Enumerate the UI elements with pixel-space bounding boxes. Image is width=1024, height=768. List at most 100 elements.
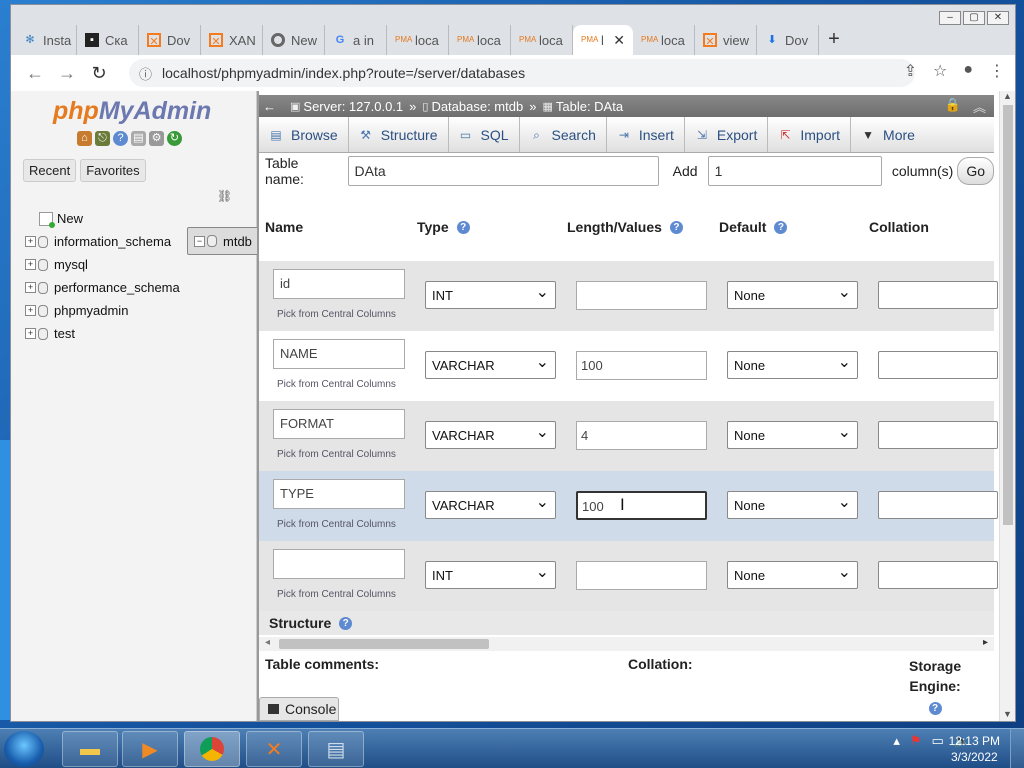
tree-db-phpmyadmin[interactable]: + phpmyadmin	[21, 299, 257, 322]
favorites-tab[interactable]: Favorites	[80, 159, 146, 182]
help-icon[interactable]: ?	[928, 702, 942, 715]
default-select[interactable]: None	[727, 491, 858, 519]
pick-central-columns-link[interactable]: Pick from Central Columns	[277, 379, 396, 390]
column-type-select[interactable]: VARCHAR	[425, 421, 556, 449]
add-columns-input[interactable]: 1	[707, 156, 882, 186]
collapse-icon[interactable]: −	[194, 235, 205, 247]
menu-browse[interactable]: ▤ Browse	[259, 117, 349, 152]
collation-select[interactable]	[878, 281, 998, 309]
length-values-input[interactable]: 4	[576, 421, 707, 450]
lock-icon[interactable]: 🔒	[945, 97, 961, 116]
pick-central-columns-link[interactable]: Pick from Central Columns	[277, 449, 396, 460]
breadcrumb-table[interactable]: Table: DAta	[556, 99, 623, 114]
tree-db-mysql[interactable]: + mysql	[21, 253, 257, 276]
settings-gear-icon[interactable]: ⚙	[149, 131, 164, 146]
taskbar-notepad[interactable]: ▤	[308, 731, 364, 767]
pick-central-columns-link[interactable]: Pick from Central Columns	[277, 589, 396, 600]
menu-export[interactable]: ⇲ Export	[685, 117, 769, 152]
menu-import[interactable]: ⇱ Import	[768, 117, 852, 152]
column-name-input[interactable]: FORMAT	[273, 409, 405, 439]
browser-tab[interactable]: ✕ view	[695, 25, 757, 55]
taskbar-media-player[interactable]: ▶	[122, 731, 178, 767]
bookmark-star-icon[interactable]: ☆	[933, 61, 947, 81]
help-icon[interactable]: ?	[774, 220, 788, 234]
default-select[interactable]: None	[727, 421, 858, 449]
scroll-up-icon[interactable]: ▲	[1003, 91, 1012, 101]
menu-kebab-icon[interactable]: ⋮	[989, 61, 1005, 81]
column-type-select[interactable]: INT	[425, 561, 556, 589]
share-icon[interactable]: ⇪	[904, 61, 917, 81]
tray-expand-icon[interactable]: ▴	[893, 733, 900, 749]
maximize-icon[interactable]: ▢	[963, 11, 985, 25]
collapse-icon[interactable]: ︽	[973, 97, 986, 116]
pick-central-columns-link[interactable]: Pick from Central Columns	[277, 309, 396, 320]
collapse-arrow-icon[interactable]: ←	[263, 99, 276, 114]
default-select[interactable]: None	[727, 561, 858, 589]
browser-tab[interactable]: ⬇ Dov	[757, 25, 819, 55]
address-bar[interactable]: ⓘ localhost/phpmyadmin/index.php?route=/…	[129, 59, 915, 87]
back-icon[interactable]: ←	[19, 63, 51, 84]
browser-tab[interactable]: New	[263, 25, 325, 55]
forward-icon[interactable]: →	[51, 63, 83, 84]
action-center-icon[interactable]: ⚑	[910, 733, 922, 749]
tree-db-test[interactable]: + test	[21, 322, 257, 345]
expand-icon[interactable]: +	[25, 236, 36, 247]
browser-tab[interactable]: ✕ XAN	[201, 25, 263, 55]
profile-icon[interactable]: ●	[963, 61, 973, 81]
menu-sql[interactable]: ▭ SQL	[449, 117, 520, 152]
go-button[interactable]: Go	[957, 157, 994, 185]
link-icon[interactable]: ⛓	[217, 189, 232, 203]
length-values-input[interactable]: 100 Ⅰ	[576, 491, 707, 520]
column-type-select[interactable]: VARCHAR	[425, 351, 556, 379]
column-name-input[interactable]: id	[273, 269, 405, 299]
default-select[interactable]: None	[727, 351, 858, 379]
start-button[interactable]	[4, 731, 44, 767]
browser-tab[interactable]: PMA loca	[387, 25, 449, 55]
column-name-input[interactable]	[273, 549, 405, 579]
scroll-left-icon[interactable]: ◂	[265, 637, 270, 648]
browser-tab-active[interactable]: PMA l ✕	[573, 25, 633, 55]
expand-icon[interactable]: +	[25, 282, 36, 293]
close-icon[interactable]: ✕	[987, 11, 1009, 25]
collation-select[interactable]	[878, 421, 998, 449]
menu-more[interactable]: ▼ More	[851, 117, 925, 152]
browser-tab[interactable]: Ga in	[325, 25, 387, 55]
table-name-input[interactable]: DAta	[347, 156, 659, 186]
length-values-input[interactable]	[576, 561, 707, 590]
network-icon[interactable]: ▭	[932, 733, 944, 749]
menu-insert[interactable]: ⇥ Insert	[607, 117, 685, 152]
scroll-right-icon[interactable]: ▸	[983, 637, 988, 648]
reload-nav-icon[interactable]: ↻	[167, 131, 182, 146]
expand-icon[interactable]: +	[25, 305, 36, 316]
breadcrumb-server[interactable]: Server: 127.0.0.1	[303, 99, 403, 114]
info-icon[interactable]: ⓘ	[139, 64, 152, 83]
vertical-scrollbar[interactable]: ▲ ▼	[999, 91, 1015, 721]
tree-db-performance-schema[interactable]: + performance_schema	[21, 276, 257, 299]
minimize-icon[interactable]: –	[939, 11, 961, 25]
help-icon[interactable]: ?	[113, 131, 128, 146]
scroll-down-icon[interactable]: ▼	[1003, 709, 1012, 719]
help-icon[interactable]: ?	[669, 220, 683, 234]
reload-icon[interactable]: ↻	[83, 63, 115, 84]
browser-tab[interactable]: PMA loca	[633, 25, 695, 55]
taskbar-xampp[interactable]: ✕	[246, 731, 302, 767]
clock[interactable]: 12:13 PM 3/3/2022	[949, 733, 1000, 765]
browser-tab[interactable]: ✻ Insta	[15, 25, 77, 55]
default-select[interactable]: None	[727, 281, 858, 309]
browser-tab[interactable]: ▪ Ска	[77, 25, 139, 55]
breadcrumb-database[interactable]: Database: mtdb	[431, 99, 523, 114]
scroll-thumb[interactable]	[1003, 105, 1013, 525]
horizontal-scrollbar[interactable]: ◂ ▸	[259, 637, 994, 651]
scroll-thumb[interactable]	[279, 639, 489, 649]
column-name-input[interactable]: NAME	[273, 339, 405, 369]
collation-select[interactable]	[878, 351, 998, 379]
docs-icon[interactable]: ▤	[131, 131, 146, 146]
browser-tab[interactable]: ✕ Dov	[139, 25, 201, 55]
new-tab-button[interactable]: +	[819, 25, 849, 55]
expand-icon[interactable]: +	[25, 328, 36, 339]
help-icon[interactable]: ?	[456, 220, 470, 234]
home-icon[interactable]: ⌂	[77, 131, 92, 146]
pma-logo[interactable]: phpMyAdmin	[53, 97, 211, 126]
collation-select[interactable]	[878, 491, 998, 519]
taskbar-explorer[interactable]: ▬	[62, 731, 118, 767]
